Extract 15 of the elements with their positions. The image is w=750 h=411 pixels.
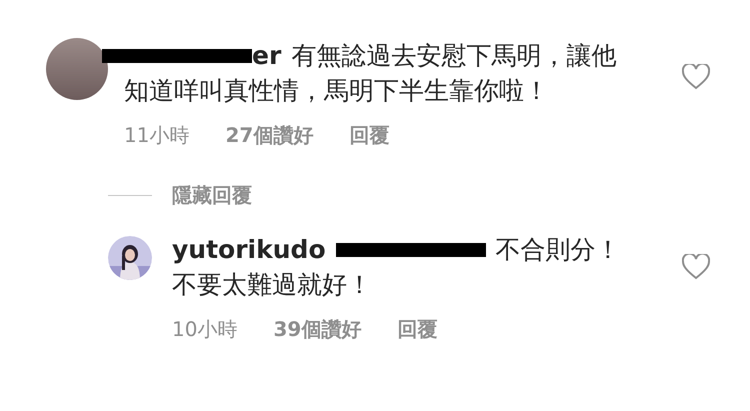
reply-link[interactable]: 回覆 (349, 120, 390, 150)
likes-count[interactable]: 27個讚好 (225, 120, 314, 150)
comment-text: 知道咩叫真性情，馬明下半生靠你啦！ (124, 75, 549, 107)
comment-text: 不合則分！ (496, 234, 621, 266)
hide-replies-link[interactable]: 隱藏回覆 (172, 180, 252, 210)
username[interactable]: er (252, 38, 282, 73)
timestamp: 10小時 (172, 316, 238, 343)
username[interactable]: yutorikudo (172, 232, 326, 267)
likes-count[interactable]: 39個讚好 (273, 314, 362, 344)
heart-icon[interactable] (682, 254, 710, 280)
comment-text: 有無諗過去安慰下馬明，讓他 (291, 40, 616, 72)
heart-icon[interactable] (682, 64, 710, 90)
reply-link[interactable]: 回覆 (397, 314, 438, 344)
comment-text: 不要太難過就好！ (172, 269, 372, 301)
timestamp: 11小時 (124, 122, 190, 149)
